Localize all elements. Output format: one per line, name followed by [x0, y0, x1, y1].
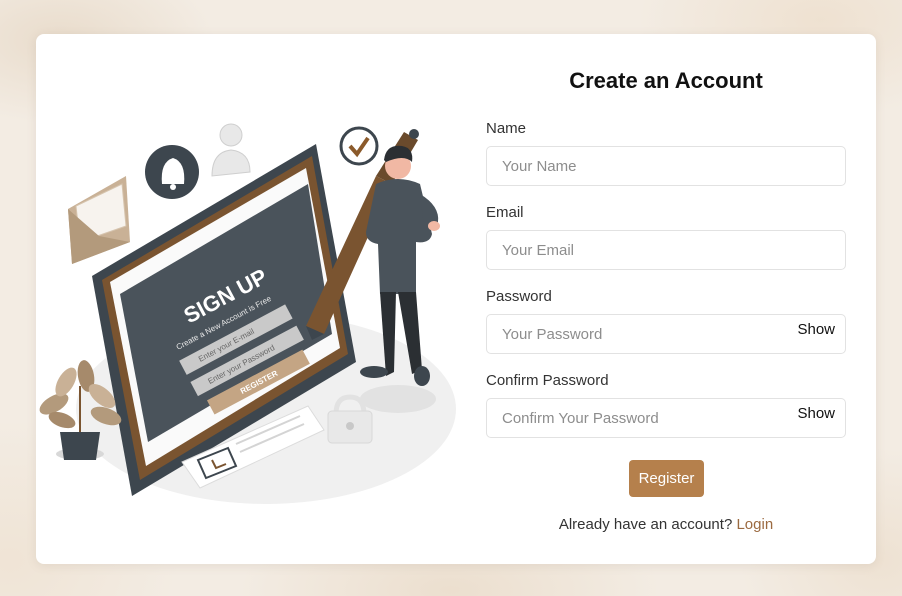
password-label: Password [486, 288, 552, 305]
check-icon [339, 126, 379, 166]
login-link[interactable]: Login [736, 516, 773, 533]
signup-illustration: SIGN UP Create a New Account is Free Ent… [39, 123, 456, 504]
email-placeholder: Your Email [502, 242, 574, 259]
confirm-password-show-toggle[interactable]: Show [797, 405, 835, 422]
page-title: Create an Account [569, 68, 763, 93]
password-placeholder: Your Password [502, 326, 603, 343]
bell-icon [145, 145, 199, 199]
login-prompt-text: Already have an account? [558, 516, 733, 533]
confirm-password-placeholder: Confirm Your Password [502, 410, 659, 427]
login-prompt-line: Already have an account? Login [486, 516, 846, 533]
register-button[interactable]: Register [629, 460, 704, 497]
password-input[interactable]: Your Password Show [486, 314, 846, 354]
name-placeholder: Your Name [502, 158, 577, 175]
name-input[interactable]: Your Name [486, 146, 846, 186]
confirm-password-label: Confirm Password [486, 372, 609, 389]
envelope-icon [68, 176, 130, 264]
email-input[interactable]: Your Email [486, 230, 846, 270]
name-label: Name [486, 120, 527, 137]
email-label: Email [486, 204, 524, 221]
password-show-toggle[interactable]: Show [797, 321, 835, 338]
signup-card: SIGN UP Create a New Account is Free Ent… [36, 34, 876, 564]
user-icon [211, 123, 251, 177]
confirm-password-input[interactable]: Confirm Your Password Show [486, 398, 846, 438]
